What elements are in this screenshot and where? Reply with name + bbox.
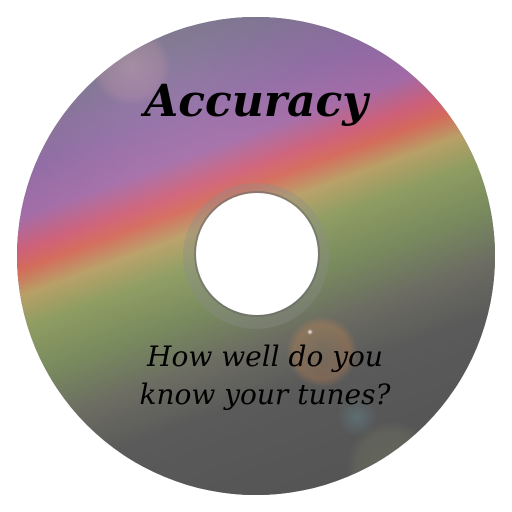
tagline-line-1: How well do you: [147, 340, 383, 373]
light-spark: [307, 329, 313, 335]
tagline-line-2: know your tunes?: [139, 378, 391, 411]
disc-center-hole: [196, 193, 318, 315]
app-icon: Accuracy How well do you know your tunes…: [0, 0, 512, 512]
app-title: Accuracy: [144, 76, 368, 127]
app-tagline: How well do you know your tunes?: [0, 338, 512, 414]
